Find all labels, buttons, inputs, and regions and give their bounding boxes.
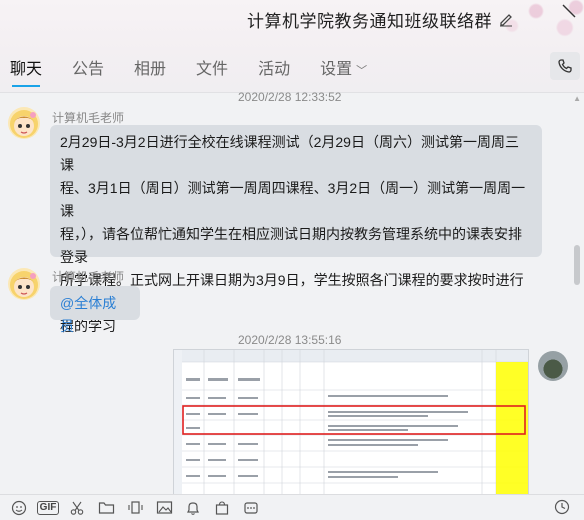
shake-icon[interactable]: [125, 499, 145, 517]
avatar-self[interactable]: [538, 351, 568, 381]
scissors-icon[interactable]: [67, 499, 87, 517]
tab-settings[interactable]: 设置 ﹀: [320, 55, 367, 79]
window-control-icon[interactable]: [562, 2, 576, 23]
message-timestamp: 2020/2/28 12:33:52: [238, 90, 342, 104]
gif-icon[interactable]: GIF: [36, 499, 60, 517]
folder-icon[interactable]: [96, 499, 116, 517]
tab-settings-label: 设置: [320, 61, 353, 78]
avatar[interactable]: [8, 268, 40, 300]
bag-icon[interactable]: [212, 499, 232, 517]
avatar[interactable]: [8, 107, 40, 139]
chevron-down-icon: ﹀: [356, 65, 368, 77]
tab-announcements[interactable]: 公告: [72, 55, 104, 79]
bell-icon[interactable]: [183, 499, 203, 517]
more-icon[interactable]: [241, 499, 261, 517]
image-icon[interactable]: [154, 499, 174, 517]
tab-activities[interactable]: 活动: [258, 55, 290, 79]
window-controls: [562, 2, 576, 23]
edit-icon[interactable]: [498, 11, 514, 27]
phone-icon: [558, 59, 572, 73]
history-icon[interactable]: [552, 498, 572, 516]
spreadsheet-image[interactable]: [173, 349, 529, 497]
scrollbar-thumb[interactable]: [574, 245, 580, 285]
message-bubble[interactable]: @全体成员: [50, 286, 140, 334]
message-line: 2月29日-3月2日进行全校在线课程测试（2月29日（周六）测试第一周周三课: [60, 134, 519, 173]
tab-album[interactable]: 相册: [134, 55, 166, 79]
group-title: 计算机学院教务通知班级联络群: [247, 11, 492, 31]
phone-button[interactable]: [550, 52, 580, 80]
title-row: 计算机学院教务通知班级联络群: [247, 8, 514, 31]
message-bubble[interactable]: 2月29日-3月2日进行全校在线课程测试（2月29日（周六）测试第一周周三课 程…: [50, 125, 542, 334]
sender-name: 计算机毛老师: [52, 270, 125, 284]
sender-name: 计算机毛老师: [52, 111, 125, 125]
tab-bar: 聊天 公告 相册 文件 活动 设置 ﹀: [0, 50, 387, 87]
message-line: 程，），请各位帮忙通知学生在相应测试日期内按教务管理系统中的课表安排登录: [60, 226, 522, 265]
gif-label: GIF: [36, 500, 60, 515]
tab-chat[interactable]: 聊天: [10, 55, 42, 87]
message-timestamp: 2020/2/28 13:55:16: [238, 333, 342, 347]
emoji-icon[interactable]: [9, 499, 29, 517]
tab-files[interactable]: 文件: [196, 55, 228, 79]
input-toolbar: GIF: [0, 494, 584, 520]
chat-header: 计算机学院教务通知班级联络群 聊天 公告 相册 文件 活动 设置 ﹀: [0, 0, 584, 93]
message-line: 程、3月1日（周日）测试第一周周四课程、3月2日（周一）测试第一周周一课: [60, 180, 526, 219]
scroll-up-icon[interactable]: ▲: [573, 94, 581, 103]
